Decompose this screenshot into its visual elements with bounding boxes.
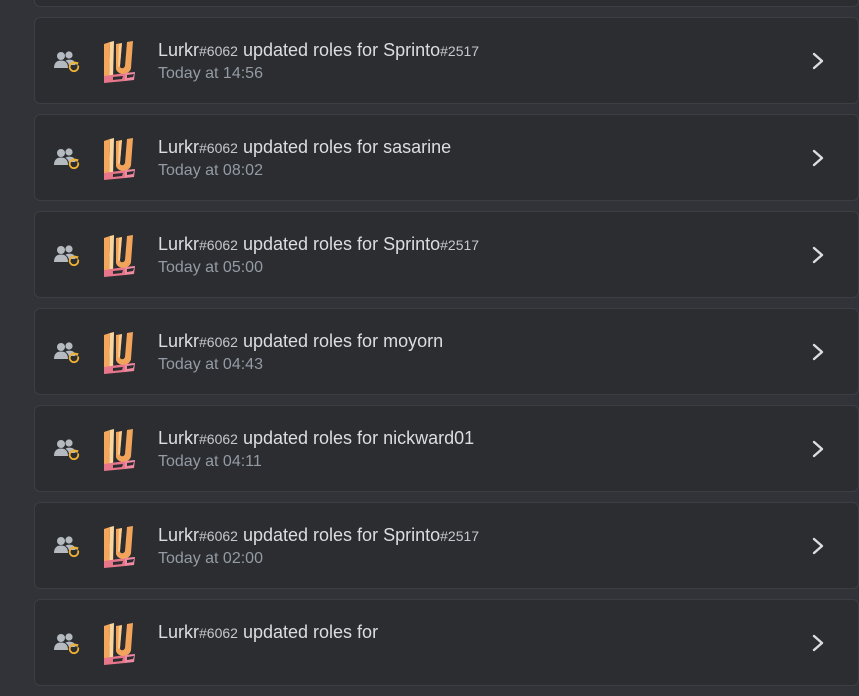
audit-log-entry[interactable]: Lurkr#6062 updated roles for Sprinto#251… [34,17,859,104]
member-roles-update-icon [54,536,80,557]
lurkr-avatar[interactable] [101,523,141,569]
target-name[interactable]: Sprinto [383,234,440,254]
target-tag: #2517 [440,43,480,59]
chevron-right-icon[interactable] [808,632,828,654]
member-roles-update-icon [54,245,80,266]
audit-log-entry[interactable]: Lurkr#6062 updated roles for moyorn Toda… [34,308,859,395]
entry-summary: Lurkr#6062 updated roles for sasarine [158,136,451,159]
entry-text: Lurkr#6062 updated roles for nickward01 … [158,427,474,472]
action-text: updated roles for [242,40,379,60]
member-roles-update-icon [54,342,80,363]
entry-timestamp: Today at 08:02 [158,162,263,179]
target-name[interactable]: nickward01 [383,428,474,448]
actor-tag: #6062 [199,237,238,253]
entry-timestamp: Today at 04:11 [158,453,262,470]
actor-name[interactable]: Lurkr [158,137,199,157]
actor-tag: #6062 [199,431,238,447]
member-roles-update-icon [54,439,80,460]
entry-text: Lurkr#6062 updated roles for Sprinto#251… [158,39,479,84]
target-name[interactable]: Sprinto [383,40,440,60]
entry-text: Lurkr#6062 updated roles for Sprinto#251… [158,233,479,278]
action-text: updated roles for [242,234,379,254]
actor-tag: #6062 [199,334,238,350]
actor-tag: #6062 [199,140,238,156]
audit-log-entry[interactable]: Lurkr#6062 updated roles for nickward01 … [34,405,859,492]
actor-name[interactable]: Lurkr [158,622,199,642]
target-name[interactable]: sasarine [383,137,451,157]
audit-log-entry[interactable]: Lurkr#6062 updated roles for [34,0,859,7]
chevron-right-icon[interactable] [808,50,828,72]
chevron-right-icon[interactable] [808,341,828,363]
actor-name[interactable]: Lurkr [158,234,199,254]
member-roles-update-icon [54,633,80,654]
member-roles-update-icon [54,148,80,169]
entry-text: Lurkr#6062 updated roles for Sprinto#251… [158,524,479,569]
action-text: updated roles for [242,137,379,157]
entry-timestamp: Today at 05:00 [158,259,263,276]
actor-name[interactable]: Lurkr [158,331,199,351]
target-name[interactable]: moyorn [383,331,443,351]
audit-log-list: Lurkr#6062 updated roles for Sprinto#251… [34,0,859,696]
entry-summary: Lurkr#6062 updated roles for Sprinto#251… [158,524,479,547]
action-text: updated roles for [242,428,379,448]
chevron-right-icon[interactable] [808,535,828,557]
action-text: updated roles for [242,331,379,351]
audit-log-entry[interactable]: Lurkr#6062 updated roles for [34,599,859,686]
actor-tag: #6062 [199,43,238,59]
target-tag: #2517 [440,528,480,544]
entry-text: Lurkr#6062 updated roles for moyorn Toda… [158,330,443,375]
member-roles-update-icon [54,51,80,72]
entry-text: Lurkr#6062 updated roles for [158,621,378,646]
audit-log-entry[interactable]: Lurkr#6062 updated roles for Sprinto#251… [34,211,859,298]
entry-timestamp: Today at 02:00 [158,550,263,567]
target-tag: #2517 [440,237,480,253]
entry-summary: Lurkr#6062 updated roles for Sprinto#251… [158,39,479,62]
lurkr-avatar[interactable] [101,135,141,181]
audit-log-entry[interactable]: Lurkr#6062 updated roles for Sprinto#251… [34,502,859,589]
chevron-right-icon[interactable] [808,438,828,460]
entry-summary: Lurkr#6062 updated roles for [158,621,378,644]
action-text: updated roles for [242,525,379,545]
chevron-right-icon[interactable] [808,147,828,169]
lurkr-avatar[interactable] [101,426,141,472]
entry-timestamp: Today at 14:56 [158,65,263,82]
entry-summary: Lurkr#6062 updated roles for moyorn [158,330,443,353]
entry-timestamp: Today at 04:43 [158,356,263,373]
actor-name[interactable]: Lurkr [158,428,199,448]
entry-summary: Lurkr#6062 updated roles for nickward01 [158,427,474,450]
lurkr-avatar[interactable] [101,38,141,84]
audit-log-entry[interactable]: Lurkr#6062 updated roles for sasarine To… [34,114,859,201]
entry-text: Lurkr#6062 updated roles for sasarine To… [158,136,451,181]
actor-tag: #6062 [199,528,238,544]
lurkr-avatar[interactable] [101,329,141,375]
chevron-right-icon[interactable] [808,244,828,266]
lurkr-avatar[interactable] [101,620,141,666]
lurkr-avatar[interactable] [101,232,141,278]
action-text: updated roles for [242,622,379,642]
entry-summary: Lurkr#6062 updated roles for Sprinto#251… [158,233,479,256]
actor-name[interactable]: Lurkr [158,40,199,60]
target-name[interactable]: Sprinto [383,525,440,545]
actor-tag: #6062 [199,625,238,641]
actor-name[interactable]: Lurkr [158,525,199,545]
